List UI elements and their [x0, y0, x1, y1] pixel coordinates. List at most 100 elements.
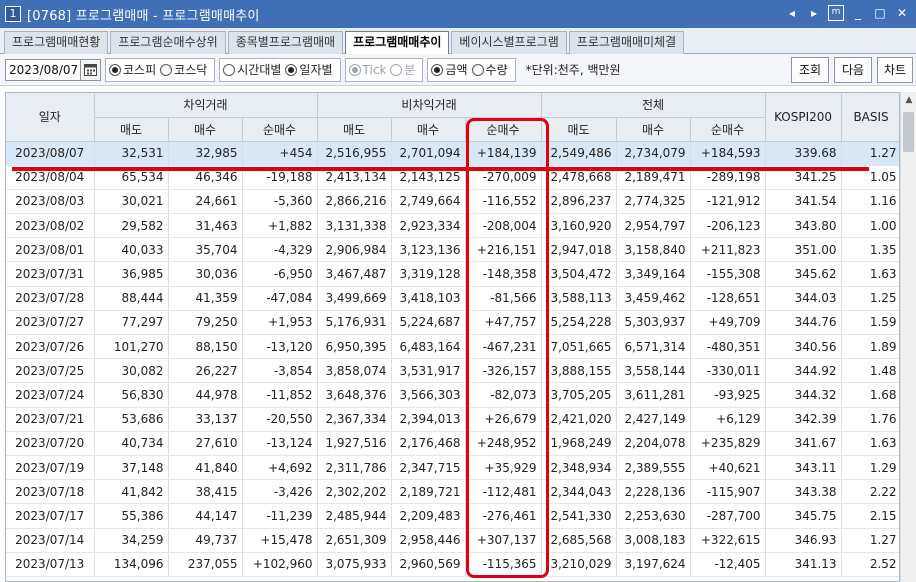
radio-by-time[interactable]: 시간대별	[223, 61, 281, 78]
maximize-icon[interactable]: □	[872, 5, 888, 21]
table-row[interactable]: 2023/07/17 55,386 44,147 -11,239 2,485,944 2,…	[6, 503, 899, 529]
prev-window-icon[interactable]: ◂	[784, 5, 800, 21]
radio-by-date-label: 일자별	[299, 63, 333, 77]
radio-amount-label: 금액	[445, 63, 468, 77]
cell-basis: 2.52	[841, 552, 899, 577]
next-window-icon[interactable]: ▸	[806, 5, 822, 21]
table-row[interactable]: 2023/08/03 30,021 24,661 -5,360 2,866,216 2,7…	[6, 189, 899, 215]
header-date[interactable]: 일자	[6, 93, 95, 142]
cell-t-sell: 2,421,020	[541, 407, 617, 432]
vertical-scrollbar[interactable]: ▲	[900, 92, 916, 582]
header-arb-sell[interactable]: 매도	[94, 117, 169, 142]
table-row[interactable]: 2023/08/02 29,582 31,463 +1,882 3,131,338 2,9…	[6, 213, 899, 239]
radio-amount[interactable]: 금액	[431, 61, 468, 78]
cell-date: 2023/07/14	[6, 528, 95, 553]
cell-n-buy: 2,189,721	[391, 479, 466, 505]
chart-button[interactable]: 차트	[877, 57, 913, 83]
calendar-icon[interactable]	[81, 58, 101, 81]
date-input[interactable]	[5, 58, 81, 81]
table-row[interactable]: 2023/07/19 37,148 41,840 +4,692 2,311,786 2,3…	[6, 455, 899, 481]
header-arb-net[interactable]: 순매수	[242, 117, 318, 142]
cell-t-net: -287,700	[690, 503, 766, 529]
cell-a-buy: 35,704	[168, 237, 243, 263]
radio-kospi[interactable]: 코스피	[109, 61, 156, 78]
close-icon[interactable]: ✕	[894, 5, 910, 21]
table-row[interactable]: 2023/07/31 36,985 30,036 -6,950 3,467,487 3,3…	[6, 261, 899, 287]
table-row[interactable]: 2023/07/14 34,259 49,737 +15,478 2,651,309 2,…	[6, 528, 899, 553]
cell-date: 2023/07/17	[6, 503, 95, 529]
cell-a-net: -4,329	[242, 237, 318, 263]
radio-by-date[interactable]: 일자별	[285, 61, 333, 78]
cell-a-sell: 55,386	[94, 503, 169, 529]
cell-n-sell: 3,131,338	[317, 213, 392, 239]
radio-tick-indicator	[348, 63, 361, 76]
radio-tick[interactable]: Tick	[348, 62, 387, 77]
cell-date: 2023/08/01	[6, 237, 95, 263]
cell-basis: 1.76	[841, 407, 899, 432]
radio-tick-label: Tick	[362, 62, 387, 77]
search-button[interactable]: 조회	[791, 57, 829, 83]
cell-date: 2023/07/18	[6, 479, 95, 505]
cell-n-buy: 2,394,013	[391, 407, 466, 432]
table-row[interactable]: 2023/07/18 41,842 38,415 -3,426 2,302,202 2,1…	[6, 479, 899, 505]
cell-t-net: +6,129	[690, 407, 766, 432]
table-row[interactable]: 2023/07/13 134,096 237,055 +102,960 3,075,93…	[6, 552, 899, 577]
cell-a-net: +1,953	[242, 310, 318, 336]
scroll-thumb[interactable]	[903, 112, 914, 152]
cell-a-sell: 29,582	[94, 213, 169, 239]
table-row[interactable]: 2023/07/25 30,082 26,227 -3,854 3,858,074 3,5…	[6, 358, 899, 384]
table-row[interactable]: 2023/07/20 40,734 27,610 -13,124 1,927,516 2,…	[6, 431, 899, 456]
table-row[interactable]: 2023/07/27 77,297 79,250 +1,953 5,176,931 5,2…	[6, 310, 899, 336]
header-total-net[interactable]: 순매수	[690, 117, 766, 142]
tab-basis-program[interactable]: 베이시스별프로그램	[451, 31, 567, 54]
table-row[interactable]: 2023/08/07 32,531 32,985 +454 2,516,955 2,701…	[6, 141, 899, 166]
cell-a-net: +454	[242, 141, 318, 166]
cell-n-sell: 2,485,944	[317, 503, 392, 529]
cell-a-buy: 41,359	[168, 286, 243, 311]
cell-kospi: 341.54	[765, 189, 842, 215]
cell-a-sell: 56,830	[94, 382, 169, 408]
cell-basis: 1.27	[841, 141, 899, 166]
cell-date: 2023/07/19	[6, 455, 95, 481]
table-row[interactable]: 2023/08/01 40,033 35,704 -4,329 2,906,984 3,1…	[6, 237, 899, 263]
cell-kospi: 345.62	[765, 261, 842, 287]
header-arb-buy[interactable]: 매수	[168, 117, 243, 142]
cell-t-net: -121,912	[690, 189, 766, 215]
table-row[interactable]: 2023/07/28 88,444 41,359 -47,084 3,499,669 3,…	[6, 286, 899, 311]
tab-stock-program[interactable]: 종목별프로그램매매	[227, 31, 344, 54]
header-basis[interactable]: BASIS	[841, 93, 899, 142]
tab-net-buy-top[interactable]: 프로그램순매수상위	[110, 31, 226, 54]
cell-t-buy: 2,954,797	[616, 213, 691, 239]
header-nonarb-sell[interactable]: 매도	[317, 117, 392, 142]
minimize-icon[interactable]: _	[850, 5, 866, 21]
table-row[interactable]: 2023/07/24 56,830 44,978 -11,852 3,648,376 3,…	[6, 382, 899, 408]
tab-program-trend[interactable]: 프로그램매매추이	[345, 31, 450, 54]
cell-n-buy: 2,347,715	[391, 455, 466, 481]
cell-basis: 1.25	[841, 286, 899, 311]
radio-minute[interactable]: 분	[390, 61, 415, 78]
cell-t-sell: 3,210,029	[541, 552, 617, 577]
cell-a-sell: 134,096	[94, 552, 169, 577]
header-nonarb-buy[interactable]: 매수	[391, 117, 466, 142]
radio-kosdaq[interactable]: 코스닥	[160, 61, 207, 78]
tab-program-status[interactable]: 프로그램매매현황	[4, 31, 109, 54]
radio-quantity[interactable]: 수량	[471, 61, 508, 78]
radio-by-time-label: 시간대별	[237, 63, 282, 77]
header-kospi200[interactable]: KOSPI200	[765, 93, 842, 142]
next-button[interactable]: 다음	[834, 57, 872, 83]
header-total-buy[interactable]: 매수	[616, 117, 691, 142]
menu-icon[interactable]: m	[828, 5, 844, 21]
header-total-sell[interactable]: 매도	[541, 117, 617, 142]
tab-unfilled[interactable]: 프로그램매매미체결	[568, 31, 685, 54]
scroll-up-icon[interactable]: ▲	[901, 92, 916, 108]
cell-date: 2023/07/31	[6, 261, 95, 287]
cell-date: 2023/07/24	[6, 382, 95, 408]
cell-a-sell: 30,082	[94, 358, 169, 384]
table-row[interactable]: 2023/07/21 53,686 33,137 -20,550 2,367,334 2,…	[6, 407, 899, 432]
cell-a-buy: 88,150	[168, 334, 243, 360]
cell-n-buy: 3,123,136	[391, 237, 466, 263]
cell-t-buy: 6,571,314	[616, 334, 691, 360]
table-row[interactable]: 2023/07/26 101,270 88,150 -13,120 6,950,395 6…	[6, 334, 899, 360]
data-grid: 일자 차익거래 비차익거래 전체 KOSPI200 BASIS 매도 매수 순매…	[5, 92, 900, 582]
window-number[interactable]: 1	[5, 6, 21, 22]
